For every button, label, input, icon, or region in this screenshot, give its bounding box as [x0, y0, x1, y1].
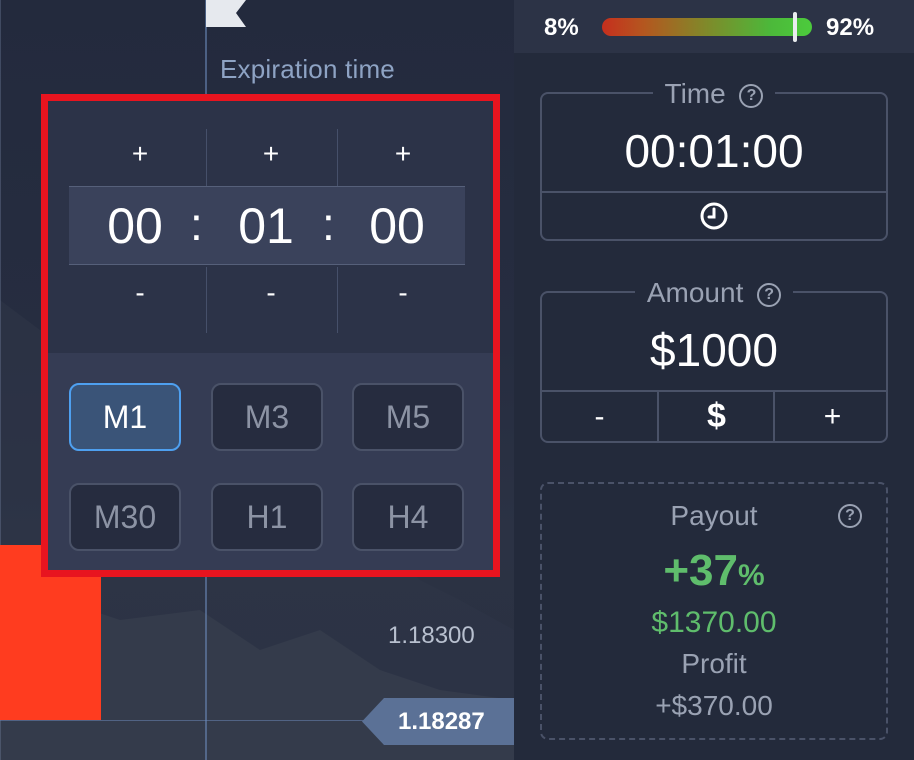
amount-field-legend: Amount ? [542, 277, 886, 309]
preset-h4-button[interactable]: H4 [352, 483, 464, 551]
payout-percent-value: +37 [663, 546, 738, 595]
amount-decrease-button[interactable]: - [542, 392, 657, 441]
clock-button[interactable] [542, 193, 886, 239]
expiration-time-label: Expiration time [220, 54, 395, 84]
help-icon[interactable]: ? [739, 84, 764, 108]
help-icon[interactable]: ? [757, 283, 782, 307]
payout-percent-symbol: % [737, 559, 765, 592]
profit-value: +$370.00 [655, 690, 773, 721]
finish-flag-icon [206, 0, 246, 27]
payout-title: Payout [670, 500, 758, 531]
amount-value[interactable]: $1000 [542, 323, 886, 377]
minutes-increment-button[interactable]: + [206, 126, 336, 182]
clock-icon [700, 202, 728, 230]
trade-panel: 8% 92% Time ? 00:01:00 Amount ? $1000 - … [514, 0, 914, 760]
hours-increment-button[interactable]: + [75, 126, 205, 182]
current-price-tag: 1.18287 [362, 698, 514, 745]
payout-percent: +37% [542, 546, 886, 596]
hours-value[interactable]: 00 [75, 197, 195, 255]
time-display-row: 00 : 01 : 00 [69, 186, 465, 265]
seconds-decrement-button[interactable]: - [338, 265, 468, 321]
help-icon[interactable]: ? [838, 504, 862, 528]
payout-amount: $1370.00 [651, 606, 777, 639]
time-value[interactable]: 00:01:00 [542, 124, 886, 178]
price-level-label: 1.18300 [388, 622, 475, 649]
profit-label: Profit [681, 648, 747, 679]
sell-percent: 8% [544, 14, 579, 41]
preset-m1-button[interactable]: M1 [69, 383, 181, 451]
payout-info: Payout ? +37% $1370.00 Profit +$370.00 [540, 482, 888, 740]
preset-h1-button[interactable]: H1 [211, 483, 323, 551]
trader-sentiment: 8% 92% [514, 0, 914, 53]
time-field-legend: Time ? [542, 78, 886, 110]
time-stepper: + + + 00 : 01 : 00 - - - [48, 101, 493, 353]
seconds-increment-button[interactable]: + [338, 126, 468, 182]
sentiment-bar [602, 18, 812, 36]
currency-button[interactable]: $ [659, 392, 774, 441]
amount-field-label: Amount [646, 277, 744, 308]
hours-decrement-button[interactable]: - [75, 265, 205, 321]
preset-m30-button[interactable]: M30 [69, 483, 181, 551]
time-field-label: Time [664, 78, 726, 109]
amount-increase-button[interactable]: + [775, 392, 890, 441]
amount-field: Amount ? $1000 - $ + [540, 277, 890, 443]
minutes-decrement-button[interactable]: - [206, 265, 336, 321]
expiration-time-picker: + + + 00 : 01 : 00 - - - M1 M3 M5 M30 H1… [41, 94, 500, 577]
sentiment-marker [793, 12, 798, 42]
time-field: Time ? 00:01:00 [540, 78, 888, 241]
time-presets: M1 M3 M5 M30 H1 H4 [48, 353, 493, 570]
seconds-value[interactable]: 00 [337, 197, 457, 255]
time-separator: : [190, 198, 203, 250]
time-separator: : [322, 198, 335, 250]
preset-m3-button[interactable]: M3 [211, 383, 323, 451]
buy-percent: 92% [826, 14, 875, 41]
preset-m5-button[interactable]: M5 [352, 383, 464, 451]
current-price-value: 1.18287 [398, 708, 485, 735]
payout-help[interactable]: ? [838, 504, 862, 528]
minutes-value[interactable]: 01 [206, 197, 326, 255]
